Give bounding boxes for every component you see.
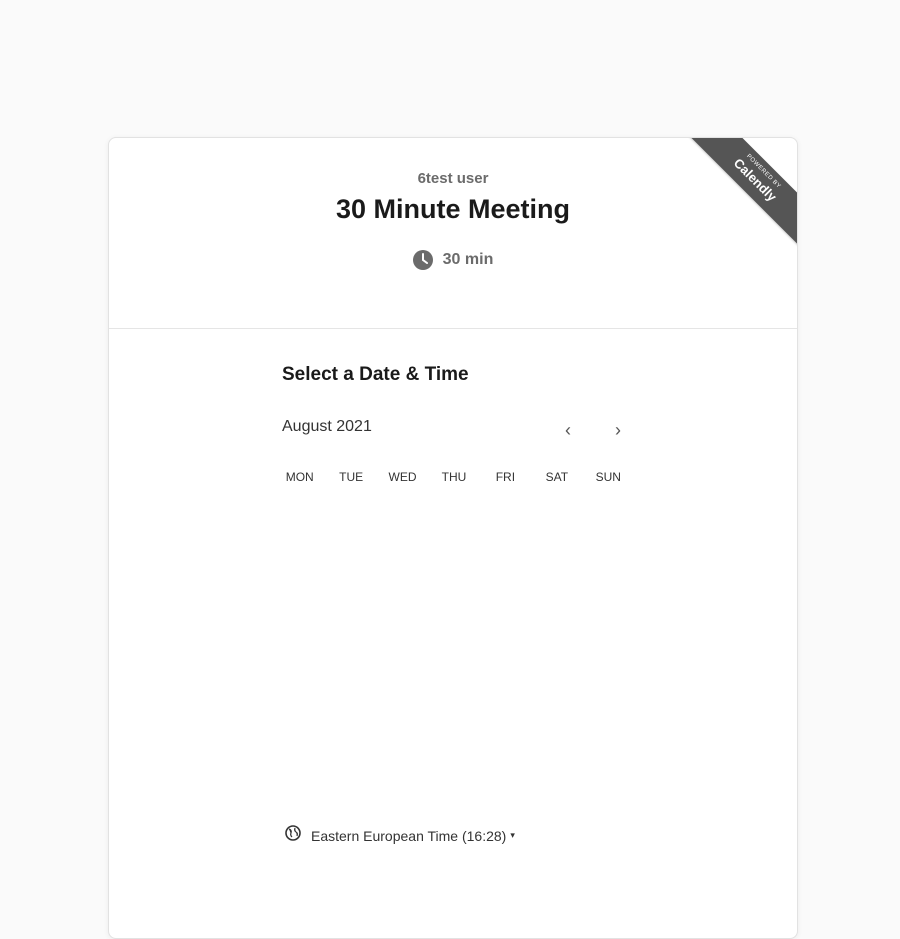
duration-label: 30 min — [442, 251, 494, 268]
event-duration: 30 min — [109, 250, 797, 270]
weekday-label: MON — [285, 470, 314, 484]
weekday-header: MON TUE WED THU FRI SAT SUN — [274, 470, 634, 484]
timezone-selector[interactable]: Eastern European Time (16:28) ▾ — [285, 825, 515, 846]
weekday-label: SAT — [545, 470, 569, 484]
booking-card: 6test user 30 Minute Meeting 30 min POWE… — [108, 137, 798, 939]
next-month-button[interactable]: › — [606, 418, 630, 442]
chevron-right-icon: › — [615, 419, 621, 440]
powered-by-ribbon[interactable]: POWERED BY Calendly — [687, 138, 797, 248]
clock-icon — [412, 250, 433, 270]
caret-down-icon: ▾ — [510, 830, 515, 840]
weekday-label: FRI — [495, 470, 516, 484]
event-header: 6test user 30 Minute Meeting 30 min POWE… — [109, 138, 797, 329]
globe-icon — [285, 825, 301, 846]
weekday-label: TUE — [339, 470, 364, 484]
chevron-left-icon: ‹ — [565, 419, 571, 440]
weekday-label: SUN — [595, 470, 621, 484]
select-date-time-title: Select a Date & Time — [282, 364, 469, 385]
previous-month-button[interactable]: ‹ — [556, 418, 580, 442]
month-navigation: August 2021 ‹ › — [282, 418, 632, 442]
timezone-label: Eastern European Time (16:28) — [311, 827, 507, 844]
weekday-label: THU — [441, 470, 467, 484]
weekday-label: WED — [388, 470, 417, 484]
month-label: August 2021 — [282, 418, 372, 435]
